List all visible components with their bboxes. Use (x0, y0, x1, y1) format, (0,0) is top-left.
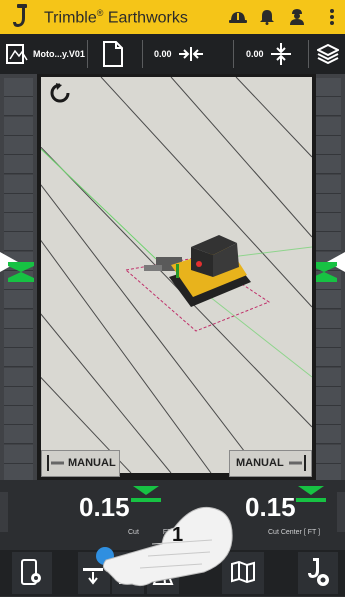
new-document-icon[interactable] (103, 41, 123, 67)
vertical-offset-icon[interactable] (270, 42, 292, 66)
left-manual-mode-button[interactable]: MANUAL (41, 450, 120, 477)
user-icon[interactable] (289, 8, 305, 26)
hardhat-icon[interactable] (229, 10, 247, 24)
guidance-bar-segment (312, 406, 341, 426)
step-number: 1 (172, 524, 184, 546)
guidance-bar-segment (4, 174, 33, 194)
machine-settings-icon (308, 558, 329, 586)
guidance-bar-segment (4, 116, 33, 136)
left-on-grade-indicator-icon (0, 252, 37, 292)
device-settings-icon (21, 559, 41, 585)
guidance-bar-segment (312, 174, 341, 194)
design-name[interactable]: Moto...y.V01 (33, 49, 85, 59)
machine-model (144, 235, 251, 307)
guidance-bar-segment (4, 232, 33, 252)
right-manual-label: MANUAL (236, 457, 284, 469)
reset-view-icon[interactable] (49, 82, 71, 104)
more-vert-icon[interactable] (330, 9, 334, 25)
guidance-bar-segment (312, 155, 341, 175)
vertical-offset-value: 0.00 (246, 49, 264, 59)
guidance-bar-segment (312, 116, 341, 136)
guidance-bar-segment (312, 193, 341, 213)
guidance-bar-segment (312, 386, 341, 406)
guidance-bar-segment (312, 135, 341, 155)
scene-graphics (41, 77, 312, 473)
guidance-bar-segment (4, 193, 33, 213)
app-title: Trimble® Earthworks (44, 8, 188, 27)
guidance-bar-segment (4, 309, 33, 329)
guidance-bar-segment (312, 309, 341, 329)
guidance-bar-segment (312, 213, 341, 233)
guidance-bar-segment (4, 444, 33, 464)
tap-gesture-hint: 1 (92, 500, 242, 592)
guidance-bar-segment (312, 367, 341, 387)
guidance-bar-segment (4, 135, 33, 155)
design-toolbar: Moto...y.V01 0.00 0.00 (0, 34, 345, 74)
guidance-bar-segment (312, 348, 341, 368)
bell-icon[interactable] (260, 9, 274, 25)
right-manual-mode-button[interactable]: MANUAL (229, 450, 312, 477)
guidance-bar-segment (312, 78, 341, 97)
app-header: Trimble® Earthworks (0, 0, 345, 34)
right-cut-value: 0.15 (245, 492, 296, 522)
guidance-bar-segment (312, 232, 341, 252)
layers-icon[interactable] (317, 44, 339, 64)
machine-settings-button[interactable] (298, 552, 338, 594)
guidance-bar-segment (4, 386, 33, 406)
guidance-bar-segment (312, 328, 341, 348)
right-on-grade-icon (296, 486, 326, 504)
guidance-bar-segment (4, 328, 33, 348)
guidance-bar-segment (312, 97, 341, 117)
design-select-icon[interactable] (5, 42, 29, 66)
guidance-bar-segment (4, 406, 33, 426)
guidance-bar-segment (4, 155, 33, 175)
status-left-edge (0, 492, 8, 532)
guidance-bar-segment (312, 444, 341, 464)
guidance-bar-segment (4, 213, 33, 233)
guidance-bar-segment (4, 367, 33, 387)
guidance-bar-segment (312, 425, 341, 445)
3d-scene-view[interactable] (41, 77, 312, 473)
blade-arrow-icon (47, 455, 64, 471)
status-right-edge (337, 492, 345, 532)
excavator-logo-icon (10, 4, 30, 30)
guidance-bar-segment (4, 290, 33, 310)
guidance-bar-segment (4, 78, 33, 97)
guidance-bar-segment (312, 290, 341, 310)
guidance-bar-segment (4, 97, 33, 117)
blade-arrow-icon (289, 455, 306, 471)
guidance-bar-segment (4, 425, 33, 445)
horizontal-offset-value: 0.00 (154, 49, 172, 59)
device-settings-button[interactable] (12, 552, 52, 594)
left-manual-label: MANUAL (68, 457, 116, 469)
right-cut-center-label: Cut Center [ FT ] (268, 529, 321, 536)
hand-pointer-icon (96, 506, 233, 587)
horizontal-offset-icon[interactable] (178, 47, 204, 61)
guidance-bar-segment (4, 348, 33, 368)
